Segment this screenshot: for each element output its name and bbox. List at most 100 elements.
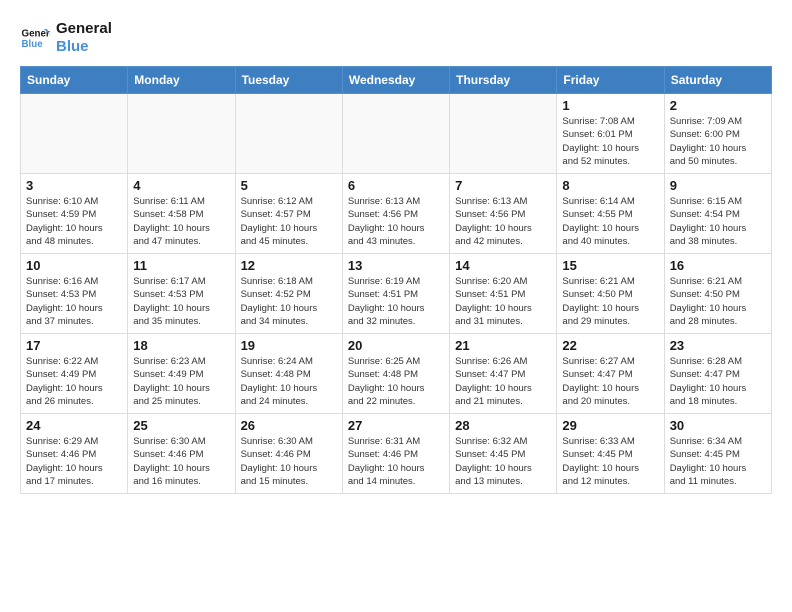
day-number: 13 <box>348 258 444 273</box>
calendar-day-cell: 26 Sunrise: 6:30 AM Sunset: 4:46 PM Dayli… <box>235 414 342 494</box>
day-info: Sunrise: 6:27 AM Sunset: 4:47 PM Dayligh… <box>562 355 658 408</box>
day-info: Sunrise: 6:13 AM Sunset: 4:56 PM Dayligh… <box>455 195 551 248</box>
day-info: Sunrise: 6:21 AM Sunset: 4:50 PM Dayligh… <box>670 275 766 328</box>
calendar-week-row: 3Sunrise: 6:10 AM Sunset: 4:59 PM Daylig… <box>21 174 772 254</box>
calendar-day-cell: 30 Sunrise: 6:34 AM Sunset: 4:45 PM Dayli… <box>664 414 771 494</box>
day-info: Sunrise: 6:12 AM Sunset: 4:57 PM Dayligh… <box>241 195 337 248</box>
day-number: 21 <box>455 338 551 353</box>
day-number: 1 <box>562 98 658 113</box>
calendar-day-header: Monday <box>128 67 235 94</box>
calendar-day-cell: 6 Sunrise: 6:13 AM Sunset: 4:56 PM Daylig… <box>342 174 449 254</box>
day-info: Sunrise: 7:08 AM Sunset: 6:01 PM Dayligh… <box>562 115 658 168</box>
calendar-table: SundayMondayTuesdayWednesdayThursdayFrid… <box>20 66 772 494</box>
calendar-day-cell: 29 Sunrise: 6:33 AM Sunset: 4:45 PM Dayli… <box>557 414 664 494</box>
logo: General Blue General Blue <box>20 20 112 56</box>
day-info: Sunrise: 6:24 AM Sunset: 4:48 PM Dayligh… <box>241 355 337 408</box>
day-number: 27 <box>348 418 444 433</box>
day-info: Sunrise: 6:33 AM Sunset: 4:45 PM Dayligh… <box>562 435 658 488</box>
calendar-day-cell: 24Sunrise: 6:29 AM Sunset: 4:46 PM Dayli… <box>21 414 128 494</box>
day-number: 30 <box>670 418 766 433</box>
calendar-day-cell: 21 Sunrise: 6:26 AM Sunset: 4:47 PM Dayli… <box>450 334 557 414</box>
calendar-day-cell: 10Sunrise: 6:16 AM Sunset: 4:53 PM Dayli… <box>21 254 128 334</box>
day-number: 5 <box>241 178 337 193</box>
day-info: Sunrise: 6:14 AM Sunset: 4:55 PM Dayligh… <box>562 195 658 248</box>
calendar-day-cell: 18 Sunrise: 6:23 AM Sunset: 4:49 PM Dayli… <box>128 334 235 414</box>
calendar-day-cell: 3Sunrise: 6:10 AM Sunset: 4:59 PM Daylig… <box>21 174 128 254</box>
day-number: 4 <box>133 178 229 193</box>
calendar-day-cell: 17 Sunrise: 6:22 AM Sunset: 4:49 PM Dayli… <box>21 334 128 414</box>
day-info: Sunrise: 6:22 AM Sunset: 4:49 PM Dayligh… <box>26 355 122 408</box>
logo-icon: General Blue <box>20 23 50 53</box>
day-number: 16 <box>670 258 766 273</box>
calendar-day-cell: 7 Sunrise: 6:13 AM Sunset: 4:56 PM Daylig… <box>450 174 557 254</box>
day-info: Sunrise: 6:11 AM Sunset: 4:58 PM Dayligh… <box>133 195 229 248</box>
calendar-day-cell: 23Sunrise: 6:28 AM Sunset: 4:47 PM Dayli… <box>664 334 771 414</box>
calendar-day-header: Thursday <box>450 67 557 94</box>
calendar-day-cell: 4 Sunrise: 6:11 AM Sunset: 4:58 PM Daylig… <box>128 174 235 254</box>
calendar-day-cell: 25 Sunrise: 6:30 AM Sunset: 4:46 PM Dayli… <box>128 414 235 494</box>
calendar-day-cell: 27 Sunrise: 6:31 AM Sunset: 4:46 PM Dayli… <box>342 414 449 494</box>
day-number: 14 <box>455 258 551 273</box>
calendar-week-row: 1 Sunrise: 7:08 AM Sunset: 6:01 PM Daylig… <box>21 94 772 174</box>
day-number: 26 <box>241 418 337 433</box>
day-info: Sunrise: 6:28 AM Sunset: 4:47 PM Dayligh… <box>670 355 766 408</box>
day-info: Sunrise: 6:25 AM Sunset: 4:48 PM Dayligh… <box>348 355 444 408</box>
day-info: Sunrise: 6:18 AM Sunset: 4:52 PM Dayligh… <box>241 275 337 328</box>
day-number: 20 <box>348 338 444 353</box>
day-info: Sunrise: 6:21 AM Sunset: 4:50 PM Dayligh… <box>562 275 658 328</box>
calendar-day-cell: 13 Sunrise: 6:19 AM Sunset: 4:51 PM Dayli… <box>342 254 449 334</box>
day-number: 2 <box>670 98 766 113</box>
day-info: Sunrise: 6:20 AM Sunset: 4:51 PM Dayligh… <box>455 275 551 328</box>
calendar-day-cell: 16 Sunrise: 6:21 AM Sunset: 4:50 PM Dayli… <box>664 254 771 334</box>
day-number: 7 <box>455 178 551 193</box>
day-number: 9 <box>670 178 766 193</box>
day-info: Sunrise: 6:19 AM Sunset: 4:51 PM Dayligh… <box>348 275 444 328</box>
calendar-day-cell: 11 Sunrise: 6:17 AM Sunset: 4:53 PM Dayli… <box>128 254 235 334</box>
calendar-day-cell: 15 Sunrise: 6:21 AM Sunset: 4:50 PM Dayli… <box>557 254 664 334</box>
day-info: Sunrise: 7:09 AM Sunset: 6:00 PM Dayligh… <box>670 115 766 168</box>
day-info: Sunrise: 6:30 AM Sunset: 4:46 PM Dayligh… <box>241 435 337 488</box>
calendar-day-cell <box>235 94 342 174</box>
calendar-day-header: Wednesday <box>342 67 449 94</box>
day-number: 6 <box>348 178 444 193</box>
calendar-day-cell: 14 Sunrise: 6:20 AM Sunset: 4:51 PM Dayli… <box>450 254 557 334</box>
day-number: 29 <box>562 418 658 433</box>
calendar-day-header: Sunday <box>21 67 128 94</box>
day-number: 25 <box>133 418 229 433</box>
day-info: Sunrise: 6:31 AM Sunset: 4:46 PM Dayligh… <box>348 435 444 488</box>
day-info: Sunrise: 6:16 AM Sunset: 4:53 PM Dayligh… <box>26 275 122 328</box>
calendar-header-row: SundayMondayTuesdayWednesdayThursdayFrid… <box>21 67 772 94</box>
day-number: 18 <box>133 338 229 353</box>
day-info: Sunrise: 6:23 AM Sunset: 4:49 PM Dayligh… <box>133 355 229 408</box>
day-info: Sunrise: 6:34 AM Sunset: 4:45 PM Dayligh… <box>670 435 766 488</box>
calendar-week-row: 10Sunrise: 6:16 AM Sunset: 4:53 PM Dayli… <box>21 254 772 334</box>
day-number: 17 <box>26 338 122 353</box>
calendar-day-cell: 5 Sunrise: 6:12 AM Sunset: 4:57 PM Daylig… <box>235 174 342 254</box>
day-number: 24 <box>26 418 122 433</box>
logo-text-general: General <box>56 20 112 38</box>
calendar-day-cell: 8Sunrise: 6:14 AM Sunset: 4:55 PM Daylig… <box>557 174 664 254</box>
day-number: 15 <box>562 258 658 273</box>
calendar-day-cell: 19 Sunrise: 6:24 AM Sunset: 4:48 PM Dayli… <box>235 334 342 414</box>
svg-text:Blue: Blue <box>22 39 44 50</box>
calendar-day-cell: 28Sunrise: 6:32 AM Sunset: 4:45 PM Dayli… <box>450 414 557 494</box>
calendar-day-cell: 2 Sunrise: 7:09 AM Sunset: 6:00 PM Daylig… <box>664 94 771 174</box>
page-header: General Blue General Blue <box>20 20 772 56</box>
calendar-day-cell: 1 Sunrise: 7:08 AM Sunset: 6:01 PM Daylig… <box>557 94 664 174</box>
day-number: 11 <box>133 258 229 273</box>
day-number: 3 <box>26 178 122 193</box>
calendar-day-header: Tuesday <box>235 67 342 94</box>
logo-text-blue: Blue <box>56 38 112 56</box>
calendar-week-row: 17 Sunrise: 6:22 AM Sunset: 4:49 PM Dayli… <box>21 334 772 414</box>
calendar-day-cell: 22 Sunrise: 6:27 AM Sunset: 4:47 PM Dayli… <box>557 334 664 414</box>
day-info: Sunrise: 6:26 AM Sunset: 4:47 PM Dayligh… <box>455 355 551 408</box>
day-info: Sunrise: 6:30 AM Sunset: 4:46 PM Dayligh… <box>133 435 229 488</box>
calendar-day-cell <box>21 94 128 174</box>
day-info: Sunrise: 6:15 AM Sunset: 4:54 PM Dayligh… <box>670 195 766 248</box>
day-number: 12 <box>241 258 337 273</box>
day-number: 22 <box>562 338 658 353</box>
day-info: Sunrise: 6:13 AM Sunset: 4:56 PM Dayligh… <box>348 195 444 248</box>
day-number: 19 <box>241 338 337 353</box>
calendar-day-cell <box>128 94 235 174</box>
day-info: Sunrise: 6:17 AM Sunset: 4:53 PM Dayligh… <box>133 275 229 328</box>
